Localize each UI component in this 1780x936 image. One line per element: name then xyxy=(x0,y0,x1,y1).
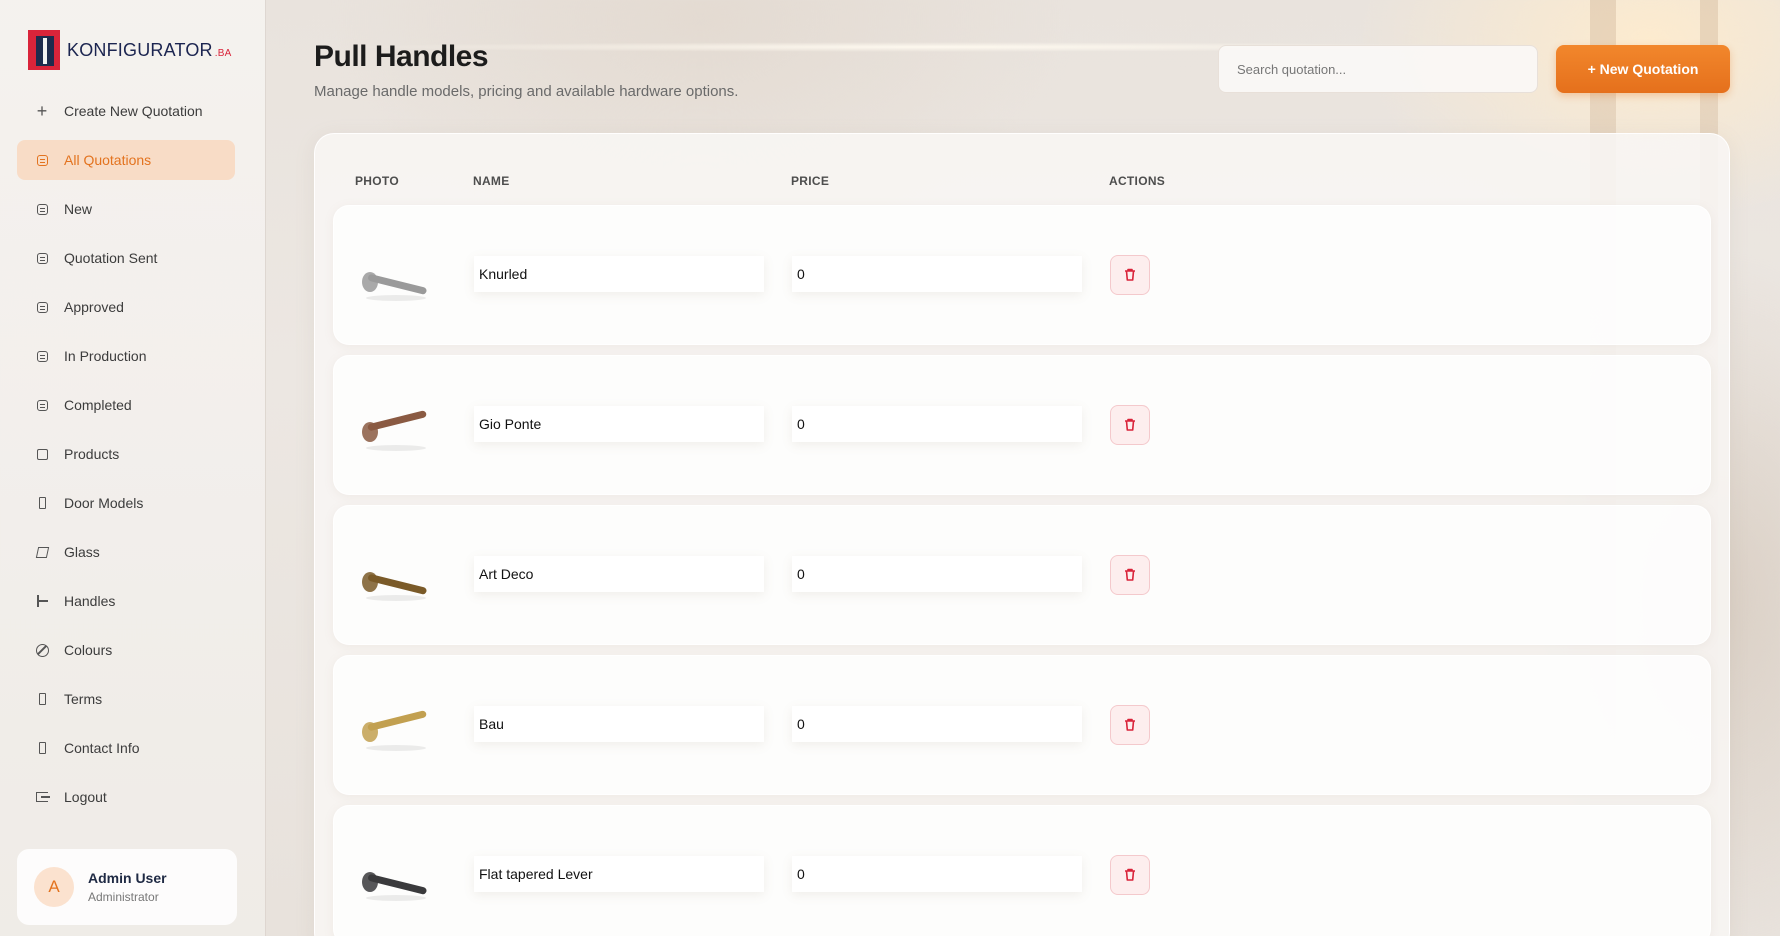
sidebar-item-label: In Production xyxy=(64,348,147,364)
user-role: Administrator xyxy=(88,890,159,904)
page-subtitle: Manage handle models, pricing and availa… xyxy=(314,83,739,100)
trash-icon xyxy=(1125,868,1135,881)
handle-photo xyxy=(362,272,427,301)
sidebar-item-label: Products xyxy=(64,446,120,462)
delete-button[interactable] xyxy=(1110,555,1150,595)
sidebar-item-label: Terms xyxy=(64,691,103,707)
column-header-photo: PHOTO xyxy=(355,174,399,188)
sidebar-item-in-production[interactable]: In Production xyxy=(17,336,235,376)
sidebar-item-new[interactable]: New xyxy=(17,189,235,229)
table-row xyxy=(333,655,1711,795)
sidebar-item-glass[interactable]: Glass xyxy=(17,532,235,572)
handle-icon xyxy=(35,594,49,608)
handle-photo xyxy=(362,872,427,901)
sidebar-item-label: Approved xyxy=(64,299,124,315)
sidebar-item-label: Glass xyxy=(64,544,100,560)
sidebar-item-label: Quotation Sent xyxy=(64,250,158,266)
name-field[interactable] xyxy=(474,856,764,892)
sidebar-item-all-quotations[interactable]: All Quotations xyxy=(17,140,235,180)
sidebar-item-contact-info[interactable]: Contact Info xyxy=(17,728,235,768)
sidebar-item-terms[interactable]: Terms xyxy=(17,679,235,719)
delete-button[interactable] xyxy=(1110,705,1150,745)
sidebar: KONFIGURATOR .BA + Create New Quotation All… xyxy=(0,0,266,936)
glass-icon xyxy=(35,545,49,559)
sidebar-item-products[interactable]: Products xyxy=(17,434,235,474)
sidebar-item-label: Contact Info xyxy=(64,740,140,756)
handle-photo xyxy=(362,710,427,751)
table-row xyxy=(333,805,1711,936)
brand-name: KONFIGURATOR .BA xyxy=(67,39,232,60)
document-icon xyxy=(35,251,49,265)
document-icon xyxy=(35,153,49,167)
delete-button[interactable] xyxy=(1110,255,1150,295)
column-header-actions: ACTIONS xyxy=(1109,174,1166,188)
trash-icon xyxy=(1125,568,1135,581)
document-icon xyxy=(35,202,49,216)
search-input[interactable] xyxy=(1218,45,1538,93)
table-row xyxy=(333,505,1711,645)
trash-icon xyxy=(1125,418,1135,431)
sidebar-item-label: Completed xyxy=(64,397,132,413)
sidebar-item-label: Colours xyxy=(64,642,113,658)
sidebar-item-handles[interactable]: Handles xyxy=(17,581,235,621)
user-name: Admin User xyxy=(88,870,167,886)
handles-table: PHOTO NAME PRICE ACTIONS xyxy=(314,133,1730,936)
price-field[interactable] xyxy=(792,706,1082,742)
document-icon xyxy=(35,300,49,314)
sidebar-item-quotation-sent[interactable]: Quotation Sent xyxy=(17,238,235,278)
door-icon xyxy=(35,496,49,510)
brand-logo[interactable]: KONFIGURATOR .BA xyxy=(28,30,231,70)
handle-photo xyxy=(362,572,427,601)
delete-button[interactable] xyxy=(1110,405,1150,445)
sidebar-item-label: Create New Quotation xyxy=(64,103,203,119)
sidebar-item-colours[interactable]: Colours xyxy=(17,630,235,670)
column-header-name: NAME xyxy=(473,174,510,188)
sidebar-item-door-models[interactable]: Door Models xyxy=(17,483,235,523)
sidebar-item-create-new-quotation[interactable]: + Create New Quotation xyxy=(17,91,235,131)
price-field[interactable] xyxy=(792,406,1082,442)
plus-icon: + xyxy=(36,100,48,121)
document-icon xyxy=(35,349,49,363)
sidebar-item-label: Handles xyxy=(64,593,116,609)
door-icon xyxy=(35,741,49,755)
trash-icon xyxy=(1125,718,1135,731)
column-header-price: PRICE xyxy=(791,174,830,188)
page-title: Pull Handles xyxy=(314,40,489,73)
name-field[interactable] xyxy=(474,556,764,592)
name-field[interactable] xyxy=(474,706,764,742)
sidebar-item-completed[interactable]: Completed xyxy=(17,385,235,425)
table-row xyxy=(333,355,1711,495)
new-quotation-button[interactable]: + New Quotation xyxy=(1556,45,1730,93)
table-row xyxy=(333,205,1711,345)
sidebar-item-logout[interactable]: Logout xyxy=(17,777,235,817)
door-icon xyxy=(35,692,49,706)
sidebar-item-approved[interactable]: Approved xyxy=(17,287,235,327)
name-field[interactable] xyxy=(474,406,764,442)
user-card[interactable]: A Admin User Administrator xyxy=(17,849,237,925)
sidebar-nav: + Create New Quotation All Quotations New Qu… xyxy=(17,91,235,826)
sidebar-item-label: Logout xyxy=(64,789,107,805)
sidebar-item-label: All Quotations xyxy=(64,152,152,168)
price-field[interactable] xyxy=(792,856,1082,892)
name-field[interactable] xyxy=(474,256,764,292)
sidebar-item-label: New xyxy=(64,201,93,217)
trash-icon xyxy=(1125,268,1135,281)
price-field[interactable] xyxy=(792,256,1082,292)
delete-button[interactable] xyxy=(1110,855,1150,895)
logo-icon xyxy=(28,30,60,70)
sidebar-item-label: Door Models xyxy=(64,495,144,511)
logout-icon xyxy=(35,790,50,804)
handle-photo xyxy=(362,410,427,451)
document-icon xyxy=(35,398,49,412)
price-field[interactable] xyxy=(792,556,1082,592)
avatar: A xyxy=(34,867,74,907)
ban-icon xyxy=(35,643,49,657)
box-icon xyxy=(35,447,49,461)
